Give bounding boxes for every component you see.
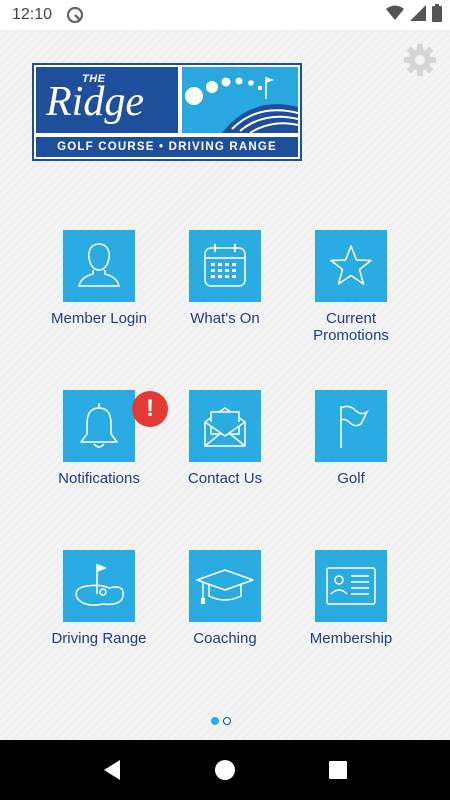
home-button[interactable] <box>213 758 237 782</box>
app-notification-icon <box>66 6 84 24</box>
golf-tile[interactable]: Golf <box>288 390 414 487</box>
home-screen: THE Ridge GOLF COURSE • DRIVING RANGE Me… <box>0 30 450 740</box>
recents-square-icon <box>329 761 347 779</box>
home-circle-icon <box>215 760 235 780</box>
flag-icon <box>315 390 387 462</box>
golf-green-icon <box>63 550 135 622</box>
status-bar: 12:10 <box>0 0 450 30</box>
back-triangle-icon <box>104 760 120 780</box>
battery-icon <box>432 3 442 27</box>
gear-icon <box>404 44 436 76</box>
ridge-logo: THE Ridge GOLF COURSE • DRIVING RANGE <box>32 63 302 161</box>
status-icons <box>386 3 442 27</box>
membership-label: Membership <box>309 630 393 647</box>
whats-on-tile[interactable]: What's On <box>162 230 288 327</box>
page-dot-active[interactable] <box>211 717 219 725</box>
member-login-label: Member Login <box>51 310 147 327</box>
current-promotions-tile[interactable]: Current Promotions <box>288 230 414 344</box>
member-login-tile[interactable]: Member Login <box>36 230 162 327</box>
settings-button[interactable] <box>402 42 438 78</box>
logo-golf-graphic <box>182 67 298 133</box>
logo-tagline: GOLF COURSE • DRIVING RANGE <box>36 137 298 157</box>
driving-range-label: Driving Range <box>51 630 147 647</box>
back-button[interactable] <box>100 758 124 782</box>
page-indicator <box>211 717 231 725</box>
signal-icon <box>410 4 426 26</box>
bell-icon <box>63 390 135 462</box>
id-card-icon <box>315 550 387 622</box>
page-dot-inactive[interactable] <box>223 717 231 725</box>
person-icon <box>63 230 135 302</box>
membership-tile[interactable]: Membership <box>288 550 414 647</box>
navigation-bar <box>0 740 450 800</box>
current-promotions-label: Current Promotions <box>313 310 389 344</box>
contact-us-tile[interactable]: Contact Us <box>162 390 288 487</box>
logo-name-text: Ridge <box>46 79 144 125</box>
graduation-cap-icon <box>189 550 261 622</box>
recents-button[interactable] <box>326 758 350 782</box>
coaching-tile[interactable]: Coaching <box>162 550 288 647</box>
driving-range-tile[interactable]: Driving Range <box>36 550 162 647</box>
contact-us-label: Contact Us <box>187 470 263 487</box>
calendar-icon <box>189 230 261 302</box>
coaching-label: Coaching <box>193 630 257 647</box>
notifications-label: Notifications <box>58 470 140 487</box>
wifi-icon <box>386 5 404 26</box>
star-icon <box>315 230 387 302</box>
status-time: 12:10 <box>12 6 53 23</box>
golf-label: Golf <box>337 470 365 487</box>
notification-badge: ! <box>132 391 168 427</box>
whats-on-label: What's On <box>190 310 260 327</box>
envelope-icon <box>189 390 261 462</box>
logo-wordmark-panel: THE Ridge <box>36 67 178 133</box>
